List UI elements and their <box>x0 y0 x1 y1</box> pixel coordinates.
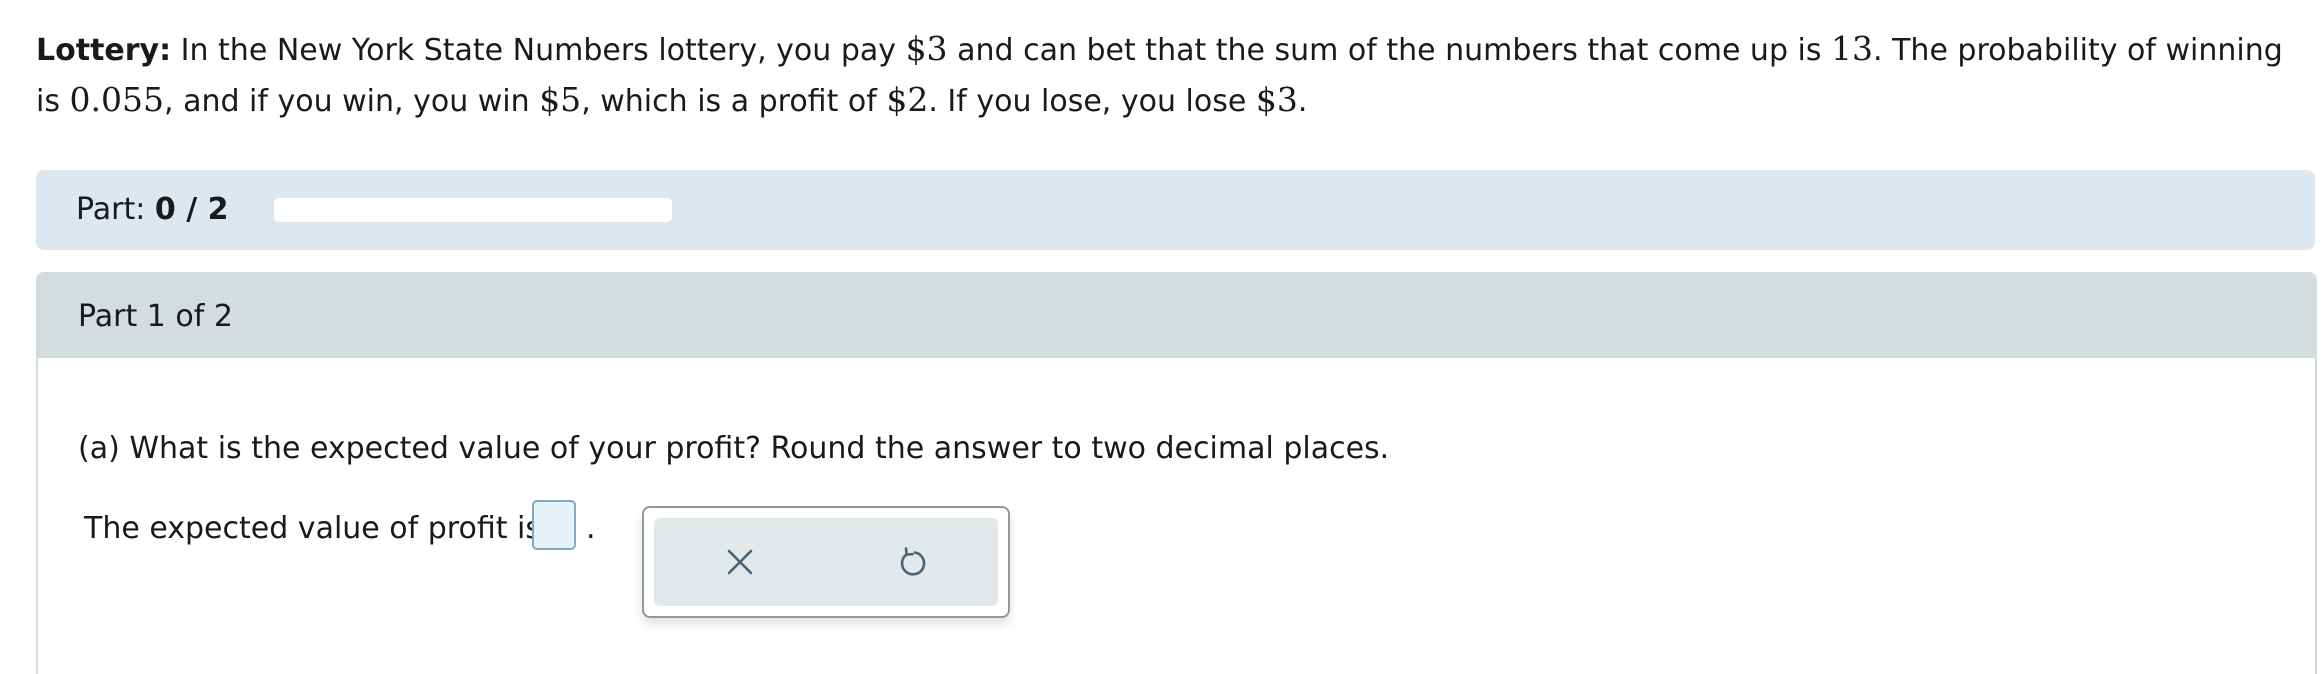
answer-suffix: . <box>586 511 596 546</box>
part-card: Part 1 of 2 (a) What is the expected val… <box>36 272 2317 674</box>
clear-button[interactable] <box>654 518 826 606</box>
question-text: (a) What is the expected value of your p… <box>78 431 1390 466</box>
problem-text: . <box>1297 84 1308 119</box>
problem-text: In the New York State Numbers lottery, y… <box>171 33 906 68</box>
answer-tools-popup <box>642 506 1010 618</box>
part-counter-value: 0 / 2 <box>154 192 229 227</box>
problem-probability: 0.055 <box>69 80 164 119</box>
problem-text: , and if you win, you win <box>164 84 540 119</box>
problem-text: , which is a profit of <box>581 84 887 119</box>
problem-statement: Lottery: In the New York State Numbers l… <box>36 24 2296 126</box>
problem-text: and can bet that the sum of the numbers … <box>947 33 1832 68</box>
close-icon <box>727 549 753 575</box>
part-header: Part 1 of 2 <box>38 274 2315 358</box>
answer-label: The expected value of profit is <box>84 511 541 546</box>
reset-button[interactable] <box>826 518 998 606</box>
problem-text: . If you lose, you lose <box>928 84 1256 119</box>
problem-win: $5 <box>539 80 582 119</box>
undo-icon <box>900 547 926 576</box>
part-progress-bar: Part: 0 / 2 <box>36 170 2315 250</box>
problem-lose: $3 <box>1255 80 1298 119</box>
problem-pay: $3 <box>905 29 948 68</box>
problem-sum: 13 <box>1831 29 1874 68</box>
answer-input[interactable] <box>532 500 576 550</box>
part-header-title: Part 1 of 2 <box>78 299 233 334</box>
problem-profit: $2 <box>886 80 929 119</box>
answer-tools-panel <box>654 518 998 606</box>
part-counter-label: Part: <box>76 192 155 227</box>
part-counter: Part: 0 / 2 <box>76 191 228 229</box>
problem-label: Lottery: <box>36 33 172 68</box>
progress-track <box>274 198 672 222</box>
